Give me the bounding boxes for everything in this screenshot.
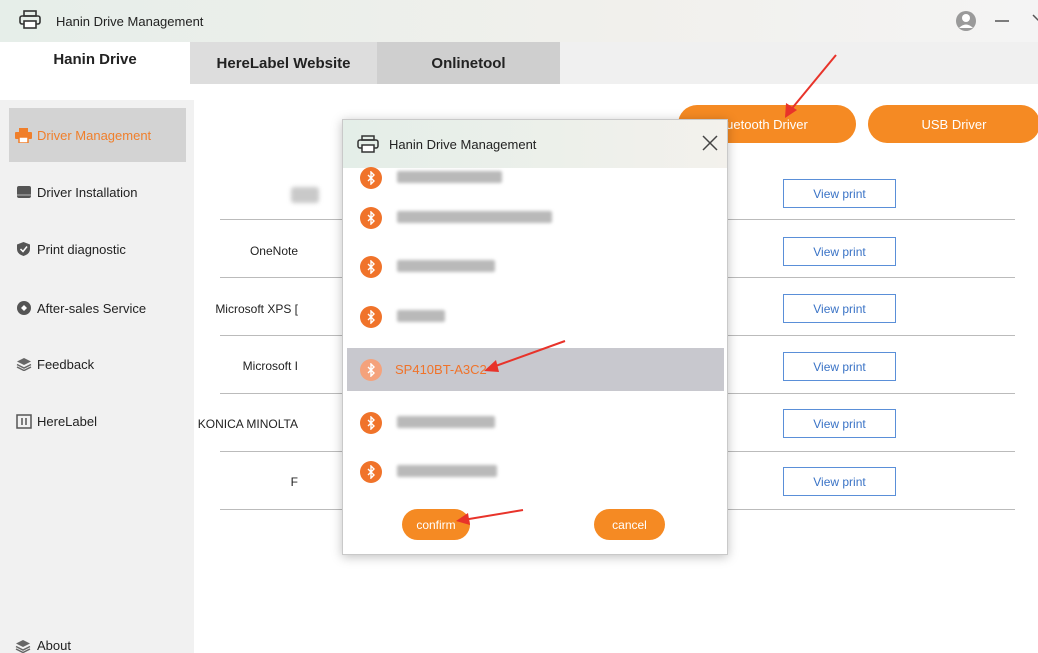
tab-hanin-drive[interactable]: Hanin Drive [0,42,190,84]
sidebar-item-print-diagnostic[interactable]: Print diagnostic [9,222,186,276]
sidebar: Driver Management Driver Installation Pr… [0,100,194,653]
tab-herelabel-website[interactable]: HereLabel Website [190,42,377,84]
user-icon[interactable] [955,10,977,32]
close-icon[interactable] [700,133,720,153]
sidebar-item-feedback[interactable]: Feedback [9,337,186,391]
layers-icon [15,637,32,653]
tab-bar: Hanin Drive HereLabel Website Onlinetool [0,42,1038,84]
sidebar-item-label: Print diagnostic [37,241,126,257]
close-icon[interactable] [1028,10,1038,32]
printer-name: F [290,475,298,489]
device-name: SP410BT-A3C2 [395,362,487,377]
view-print-button[interactable]: View print [783,467,896,496]
sidebar-item-label: Driver Management [37,127,152,143]
bluetooth-icon [360,460,382,483]
view-print-button[interactable]: View print [783,294,896,323]
bluetooth-icon [360,411,382,434]
sidebar-item-label: Driver Installation [37,184,138,200]
blurred-device-name [397,260,495,272]
sidebar-item-label: Feedback [37,356,95,372]
cancel-button[interactable]: cancel [594,509,665,540]
dialog-title: Hanin Drive Management [389,137,537,152]
about-label: About [37,638,71,653]
usb-driver-button[interactable]: USB Driver [868,105,1038,143]
bluetooth-icon [360,255,382,278]
tab-onlinetool[interactable]: Onlinetool [377,42,560,84]
blurred-device-name [397,416,495,428]
sidebar-item-label: After-sales Service [37,300,147,316]
view-print-button[interactable]: View print [783,237,896,266]
view-print-button[interactable]: View print [783,409,896,438]
blurred-device-name [397,171,502,183]
sidebar-item-driver-installation[interactable]: Driver Installation [9,165,186,219]
view-print-button[interactable]: View print [783,179,896,208]
blurred-printer-name [291,187,319,203]
view-print-button[interactable]: View print [783,352,896,381]
bluetooth-icon [360,166,382,189]
printer-name: KONICA MINOLTA [197,417,298,431]
layers-icon [15,356,32,373]
device-list-item-selected[interactable]: SP410BT-A3C2 [347,348,724,391]
confirm-button[interactable]: confirm [402,509,470,540]
device-list-item[interactable] [347,196,724,239]
device-list-item[interactable] [347,245,724,288]
device-list-item[interactable] [347,450,724,493]
window-title: Hanin Drive Management [56,14,204,29]
minimize-icon[interactable] [991,10,1013,32]
bluetooth-icon [360,305,382,328]
printer-icon [15,127,32,144]
sidebar-item-label: HereLabel [37,413,97,429]
device-list-item[interactable] [347,156,724,199]
about-link[interactable]: About [15,637,71,653]
sidebar-item-herelabel[interactable]: HereLabel [9,394,186,448]
blurred-device-name [397,310,445,322]
title-bar: Hanin Drive Management [0,0,1038,42]
printer-icon [19,10,41,29]
printer-name: OneNote [249,244,298,258]
printer-name: Microsoft XPS [ [215,302,298,316]
shield-icon [15,241,32,258]
label-icon [15,413,32,430]
bluetooth-icon [360,206,382,229]
bluetooth-icon [360,358,382,381]
sidebar-item-driver-management[interactable]: Driver Management [9,108,186,162]
blurred-device-name [397,211,552,223]
support-icon [15,300,32,317]
device-list-item[interactable] [347,295,724,338]
blurred-device-name [397,465,497,477]
bluetooth-device-dialog: Hanin Drive Management SP410BT-A3C2 conf… [342,119,728,555]
printer-icon [357,135,379,153]
device-list-item[interactable] [347,401,724,444]
sidebar-item-after-sales-service[interactable]: After-sales Service [9,281,186,335]
printer-name: Microsoft I [242,359,298,373]
driver-icon [15,184,32,201]
